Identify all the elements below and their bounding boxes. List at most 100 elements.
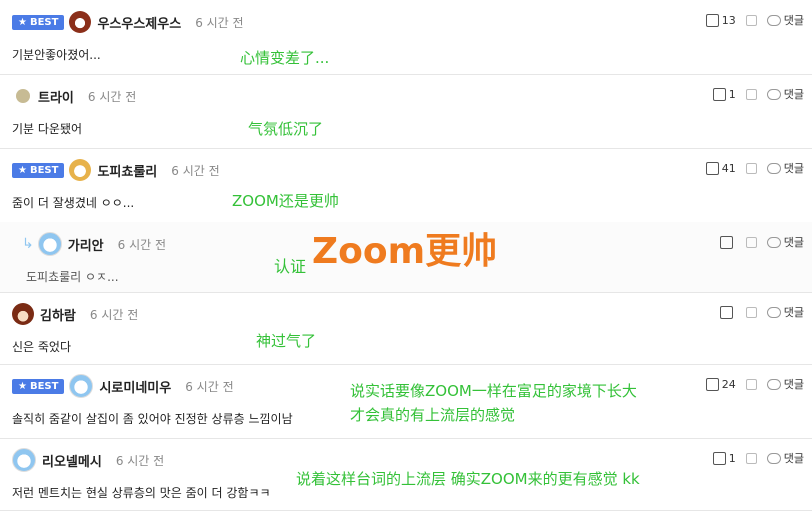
comment-icon xyxy=(766,306,781,318)
dislike-button[interactable] xyxy=(745,14,757,26)
comment-icon xyxy=(766,452,781,464)
comment-actions: 13 댓글 xyxy=(705,12,804,28)
comment-icon xyxy=(766,378,781,390)
timestamp: 6 시간 전 xyxy=(185,379,234,394)
like-button[interactable]: 13 xyxy=(705,13,736,27)
comment-header: ↳ 가리안 6 시간 전 xyxy=(22,232,166,256)
dislike-button[interactable] xyxy=(745,452,757,464)
comment-actions: 24 댓글 xyxy=(705,376,804,392)
thumbs-down-icon xyxy=(745,14,757,26)
avatar[interactable] xyxy=(12,303,34,325)
nickname[interactable]: 우스우스제우스 xyxy=(97,13,181,32)
comment-actions: 1 댓글 xyxy=(712,450,804,466)
best-badge: ★ BEST xyxy=(12,14,65,30)
comment-text: 도피쵸룰리 ㅇㅈ... xyxy=(26,270,119,284)
thumbs-up-icon xyxy=(705,161,719,175)
comment-text: 줌이 더 잘생겼네 ㅇㅇ... xyxy=(12,196,135,210)
thumbs-down-icon xyxy=(745,306,757,318)
nickname[interactable]: 도피쵸룰리 xyxy=(97,161,157,180)
dislike-button[interactable] xyxy=(745,162,757,174)
comment-icon xyxy=(766,236,781,248)
thumbs-up-icon xyxy=(712,451,726,465)
comment-actions: 1 댓글 xyxy=(712,86,804,102)
thumbs-down-icon xyxy=(745,452,757,464)
best-badge: ★ BEST xyxy=(12,162,65,178)
reply-button[interactable]: 댓글 xyxy=(766,86,804,102)
comment-header: ★ BEST 우스우스제우스 6 시간 전 xyxy=(12,10,244,34)
thumbs-up-icon xyxy=(712,87,726,101)
thumbs-down-icon xyxy=(745,236,757,248)
thumbs-down-icon xyxy=(745,162,757,174)
like-button[interactable]: 1 xyxy=(712,87,736,101)
comment-row: ★ BEST 우스우스제우스 6 시간 전 기분안좋아졌어... 13 댓글 xyxy=(0,0,812,75)
nickname[interactable]: 김하람 xyxy=(40,305,76,324)
timestamp: 6 시간 전 xyxy=(171,163,220,178)
nickname[interactable]: 트라이 xyxy=(38,87,74,106)
like-button[interactable]: 24 xyxy=(705,377,736,391)
star-icon: ★ xyxy=(18,164,27,176)
annotation-text: 才会真的有上流层的感觉 xyxy=(350,406,516,424)
reply-button[interactable]: 댓글 xyxy=(766,450,804,466)
annotation-text: 说实话要像ZOOM一样在富足的家境下长大 xyxy=(350,382,637,400)
nickname[interactable]: 가리안 xyxy=(68,235,104,254)
annotation-text: ZOOM还是更帅 xyxy=(232,192,339,210)
star-icon: ★ xyxy=(18,16,27,28)
avatar[interactable] xyxy=(37,232,62,256)
reply-button[interactable]: 댓글 xyxy=(766,376,804,392)
dislike-button[interactable] xyxy=(745,306,757,318)
comment-row: 트라이 6 시간 전 기분 다운됐어 1 댓글 xyxy=(0,74,812,149)
like-button[interactable] xyxy=(719,305,736,319)
comment-row: ★ BEST 도피쵸룰리 6 시간 전 줌이 더 잘생겼네 ㅇㅇ... 41 댓글 xyxy=(0,148,812,223)
like-button[interactable] xyxy=(719,235,736,249)
reply-arrow-icon: ↳ xyxy=(22,236,34,252)
reply-button[interactable]: 댓글 xyxy=(766,12,804,28)
nickname[interactable]: 시로미네미우 xyxy=(99,377,171,396)
avatar[interactable] xyxy=(69,159,92,181)
thumbs-up-icon xyxy=(705,377,719,391)
comment-text: 저런 멘트치는 현실 상류층의 맛은 줌이 더 강함ㅋㅋ xyxy=(12,486,271,500)
comment-icon xyxy=(766,14,781,26)
comment-text: 기분안좋아졌어... xyxy=(12,48,101,62)
reply-button[interactable]: 댓글 xyxy=(766,234,804,250)
reply-button[interactable]: 댓글 xyxy=(766,160,804,176)
avatar[interactable] xyxy=(69,11,92,33)
comment-actions: 댓글 xyxy=(719,304,804,320)
like-button[interactable]: 1 xyxy=(712,451,736,465)
avatar[interactable] xyxy=(16,89,30,103)
annotation-text: 说着这样台词的上流层 确实ZOOM来的更有感觉 kk xyxy=(296,470,640,488)
thumbs-up-icon xyxy=(719,305,733,319)
timestamp: 6 시간 전 xyxy=(195,15,244,30)
timestamp: 6 시간 전 xyxy=(115,453,165,468)
timestamp: 6 시간 전 xyxy=(89,307,139,322)
comment-header: 트라이 6 시간 전 xyxy=(12,84,136,108)
annotation-title: Zoom更帅 xyxy=(312,231,498,272)
avatar[interactable] xyxy=(12,448,36,472)
comment-icon xyxy=(766,162,781,174)
comment-row: 김하람 6 시간 전 신은 죽었다 댓글 xyxy=(0,292,812,365)
comment-text: 기분 다운됐어 xyxy=(12,122,83,136)
timestamp: 6 시간 전 xyxy=(117,237,167,252)
avatar[interactable] xyxy=(69,374,94,398)
comment-header: 리오넬메시 6 시간 전 xyxy=(12,448,164,472)
thumbs-down-icon xyxy=(745,88,757,100)
comment-header: 김하람 6 시간 전 xyxy=(12,302,138,326)
comment-actions: 댓글 xyxy=(719,234,804,250)
dislike-button[interactable] xyxy=(745,378,757,390)
comment-actions: 41 댓글 xyxy=(705,160,804,176)
comment-text: 솔직히 줌같이 살집이 좀 있어야 진정한 상류층 느낌이남 xyxy=(12,412,293,426)
thumbs-down-icon xyxy=(745,378,757,390)
annotation-text: 气氛低沉了 xyxy=(248,120,324,138)
annotation-text: 神过气了 xyxy=(256,332,317,350)
reply-button[interactable]: 댓글 xyxy=(766,304,804,320)
dislike-button[interactable] xyxy=(745,236,757,248)
annotation-text: 认证 xyxy=(274,257,307,276)
thumbs-up-icon xyxy=(705,13,719,27)
dislike-button[interactable] xyxy=(745,88,757,100)
thumbs-up-icon xyxy=(719,235,733,249)
best-badge: ★ BEST xyxy=(12,378,65,394)
timestamp: 6 시간 전 xyxy=(87,89,137,104)
comment-icon xyxy=(766,88,781,100)
nickname[interactable]: 리오넬메시 xyxy=(42,451,102,470)
annotation-text: 心情变差了... xyxy=(240,49,330,67)
like-button[interactable]: 41 xyxy=(705,161,736,175)
